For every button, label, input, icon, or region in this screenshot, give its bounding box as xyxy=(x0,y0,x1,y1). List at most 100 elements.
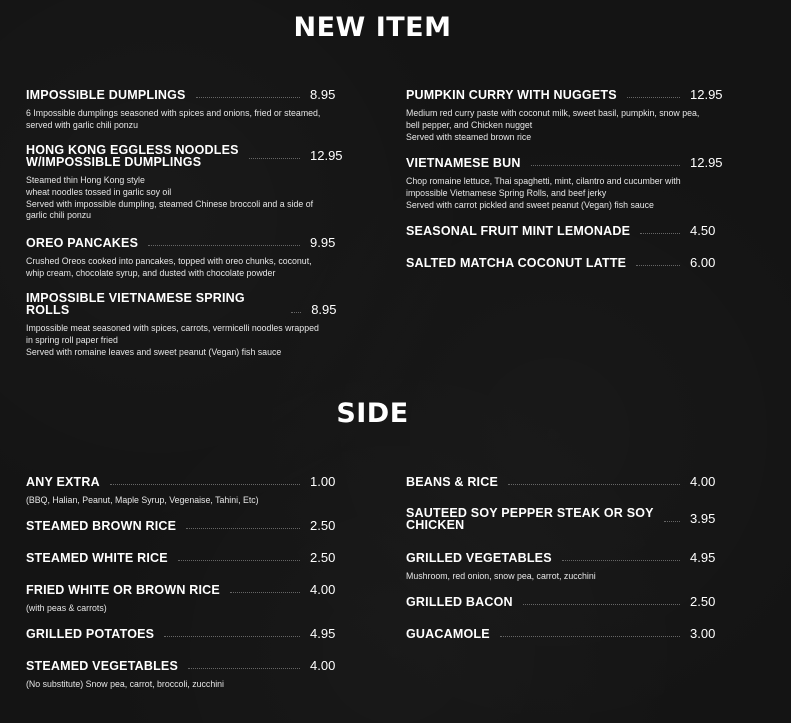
menu-item-name: IMPOSSIBLE VIETNAMESE SPRING ROLLS xyxy=(26,291,281,317)
menu-item: FRIED WHITE OR BROWN RICE 4.00 (with peas … xyxy=(26,583,340,615)
menu-item-name-line: IMPOSSIBLE DUMPLINGS xyxy=(26,88,186,102)
section-title-side: SIDE xyxy=(336,398,409,429)
menu-item-price: 4.50 xyxy=(690,223,716,238)
menu-item: GRILLED POTATOES 4.95 xyxy=(26,627,340,640)
menu-item: PUMPKIN CURRY WITH NUGGETS 12.95 Medium re… xyxy=(406,88,723,143)
menu-item: SAUTEED SOY PEPPER STEAK OR SOY CHICKEN 3.… xyxy=(406,507,720,532)
menu-item: STEAMED VEGETABLES 4.00 (No substitute) Sn… xyxy=(26,659,340,691)
menu-item-name-line: GRILLED VEGETABLES xyxy=(406,551,552,565)
menu-item-header: GUACAMOLE 3.00 xyxy=(406,627,720,640)
dotted-leader xyxy=(499,636,680,637)
description-line: Mushroom, red onion, snow pea, carrot, z… xyxy=(406,571,596,581)
menu-item-header: VIETNAMESE BUN 12.95 xyxy=(406,155,723,170)
menu-item-header: STEAMED WHITE RICE 2.50 xyxy=(26,551,340,564)
menu-item-header: OREO PANCAKES 9.95 xyxy=(26,236,340,249)
menu-item-name-line: STEAMED BROWN RICE xyxy=(26,519,177,533)
menu-item: ANY EXTRA 1.00 (BBQ, Halian, Peanut, Maple… xyxy=(26,475,340,507)
menu-item-price: 4.00 xyxy=(310,658,336,673)
menu-item: SALTED MATCHA COCONUT LATTE 6.00 xyxy=(406,256,720,269)
menu-item: IMPOSSIBLE DUMPLINGS 8.95 6 Impossible dum… xyxy=(26,88,340,132)
menu-item-header: HONG KONG EGGLESS NOODLES W/IMPOSSIBLE DU… xyxy=(26,144,343,169)
description-line: (No substitute) Snow pea, carrot, brocco… xyxy=(26,679,225,689)
menu-item-name-line: ANY EXTRA xyxy=(26,475,100,489)
menu-item-name-line: CHICKEN xyxy=(406,518,465,532)
menu-item-description: Medium red curry paste with coconut milk… xyxy=(406,108,720,143)
description-line: Impossible meat seasoned with spices, ca… xyxy=(26,323,319,333)
dotted-leader xyxy=(530,165,680,166)
menu-item-price: 6.00 xyxy=(690,255,716,270)
menu-item-header: GRILLED POTATOES 4.95 xyxy=(26,627,340,640)
menu-item-price: 3.95 xyxy=(690,511,716,526)
menu-item-name-line: GUACAMOLE xyxy=(406,627,490,641)
menu-item-header: SAUTEED SOY PEPPER STEAK OR SOY CHICKEN 3.… xyxy=(406,507,720,532)
description-line: Chop romaine lettuce, Thai spaghetti, mi… xyxy=(406,176,681,186)
menu-item-header: SALTED MATCHA COCONUT LATTE 6.00 xyxy=(406,256,720,269)
dotted-leader xyxy=(248,158,300,159)
menu-item-price: 9.95 xyxy=(310,235,336,250)
menu-item-header: FRIED WHITE OR BROWN RICE 4.00 xyxy=(26,583,340,596)
menu-item-description: (BBQ, Halian, Peanut, Maple Syrup, Vegen… xyxy=(26,495,340,507)
dotted-leader xyxy=(663,521,680,522)
menu-item-name: GRILLED POTATOES xyxy=(26,627,155,641)
dotted-leader xyxy=(195,97,300,98)
menu-item-header: GRILLED VEGETABLES 4.95 xyxy=(406,551,720,564)
menu-item-name: PUMPKIN CURRY WITH NUGGETS xyxy=(406,88,617,102)
description-line: 6 Impossible dumplings seasoned with spi… xyxy=(26,108,321,118)
menu-item: STEAMED WHITE RICE 2.50 xyxy=(26,551,340,564)
menu-item-description: Chop romaine lettuce, Thai spaghetti, mi… xyxy=(406,176,720,211)
menu-item-header: BEANS & RICE 4.00 xyxy=(406,475,720,488)
dotted-leader xyxy=(640,233,680,234)
menu-item-price: 8.95 xyxy=(311,302,337,317)
menu-item-name: OREO PANCAKES xyxy=(26,237,138,250)
menu-item-name-line: BEANS & RICE xyxy=(406,475,498,489)
menu-item-price: 2.50 xyxy=(690,594,716,609)
description-line: Crushed Oreos cooked into pancakes, topp… xyxy=(26,256,312,266)
dotted-leader xyxy=(148,245,300,246)
menu-item-header: IMPOSSIBLE VIETNAMESE SPRING ROLLS 8.95 xyxy=(26,291,340,317)
menu-item: GUACAMOLE 3.00 xyxy=(406,627,720,640)
menu-item-header: SEASONAL FRUIT MINT LEMONADE 4.50 xyxy=(406,224,720,237)
menu-item-name-line: GRILLED BACON xyxy=(406,595,513,609)
menu-item-name: SALTED MATCHA COCONUT LATTE xyxy=(406,256,627,270)
menu-item-header: STEAMED VEGETABLES 4.00 xyxy=(26,659,340,672)
menu-item-name-line: GRILLED POTATOES xyxy=(26,627,155,641)
menu-item-description: (with peas & carrots) xyxy=(26,603,340,615)
menu-item-name: SAUTEED SOY PEPPER STEAK OR SOY CHICKEN xyxy=(406,507,654,532)
description-line: Served with steamed brown rice xyxy=(406,131,532,142)
menu-item-price: 4.00 xyxy=(690,474,716,489)
menu-item-name-line: PUMPKIN CURRY WITH NUGGETS xyxy=(406,88,617,102)
menu-item-header: STEAMED BROWN RICE 2.50 xyxy=(26,519,340,532)
description-line: Served with romaine leaves and sweet pea… xyxy=(26,346,282,357)
menu-item: IMPOSSIBLE VIETNAMESE SPRING ROLLS 8.95 Im… xyxy=(26,292,340,358)
menu-item-name-line: STEAMED WHITE RICE xyxy=(26,551,168,565)
description-line: in spring roll paper fried xyxy=(26,334,118,345)
description-line: whip cream, chocolate syrup, and dusted … xyxy=(26,267,276,278)
menu-item-header: PUMPKIN CURRY WITH NUGGETS 12.95 xyxy=(406,88,723,102)
menu-item-name: IMPOSSIBLE DUMPLINGS xyxy=(26,88,186,102)
menu-item: SEASONAL FRUIT MINT LEMONADE 4.50 xyxy=(406,224,720,237)
menu-item-name: GRILLED VEGETABLES xyxy=(406,551,552,565)
menu-item-price: 8.95 xyxy=(310,87,336,102)
menu-item: GRILLED BACON 2.50 xyxy=(406,595,720,608)
menu-item-price: 12.95 xyxy=(690,155,723,170)
description-line: Medium red curry paste with coconut milk… xyxy=(406,108,700,118)
description-line: (with peas & carrots) xyxy=(26,603,107,613)
menu-item-name-line: SALTED MATCHA COCONUT LATTE xyxy=(406,256,627,270)
description-line: served with garlic chili ponzu xyxy=(26,119,138,130)
menu-item-name: SEASONAL FRUIT MINT LEMONADE xyxy=(406,225,630,238)
menu-item-name-line: IMPOSSIBLE VIETNAMESE SPRING ROLLS xyxy=(26,291,245,317)
menu-item-name: GRILLED BACON xyxy=(406,595,513,609)
menu-item-price: 4.95 xyxy=(310,626,336,641)
dotted-leader xyxy=(561,560,680,561)
menu-item-name: FRIED WHITE OR BROWN RICE xyxy=(26,583,220,597)
description-line: Served with impossible dumpling, steamed… xyxy=(26,198,314,209)
menu-item-name-line: FRIED WHITE OR BROWN RICE xyxy=(26,583,220,597)
menu-item-name-line: VIETNAMESE BUN xyxy=(406,156,521,170)
menu-item: OREO PANCAKES 9.95 Crushed Oreos cooked in… xyxy=(26,236,340,280)
description-line: impossible Vietnamese Spring Rolls, and … xyxy=(406,187,607,198)
description-line: Served with carrot pickled and sweet pea… xyxy=(406,199,654,210)
dotted-leader xyxy=(109,484,300,485)
menu-item: STEAMED BROWN RICE 2.50 xyxy=(26,519,340,532)
menu-item-description: Crushed Oreos cooked into pancakes, topp… xyxy=(26,256,340,280)
menu-item-name: STEAMED WHITE RICE xyxy=(26,551,168,565)
